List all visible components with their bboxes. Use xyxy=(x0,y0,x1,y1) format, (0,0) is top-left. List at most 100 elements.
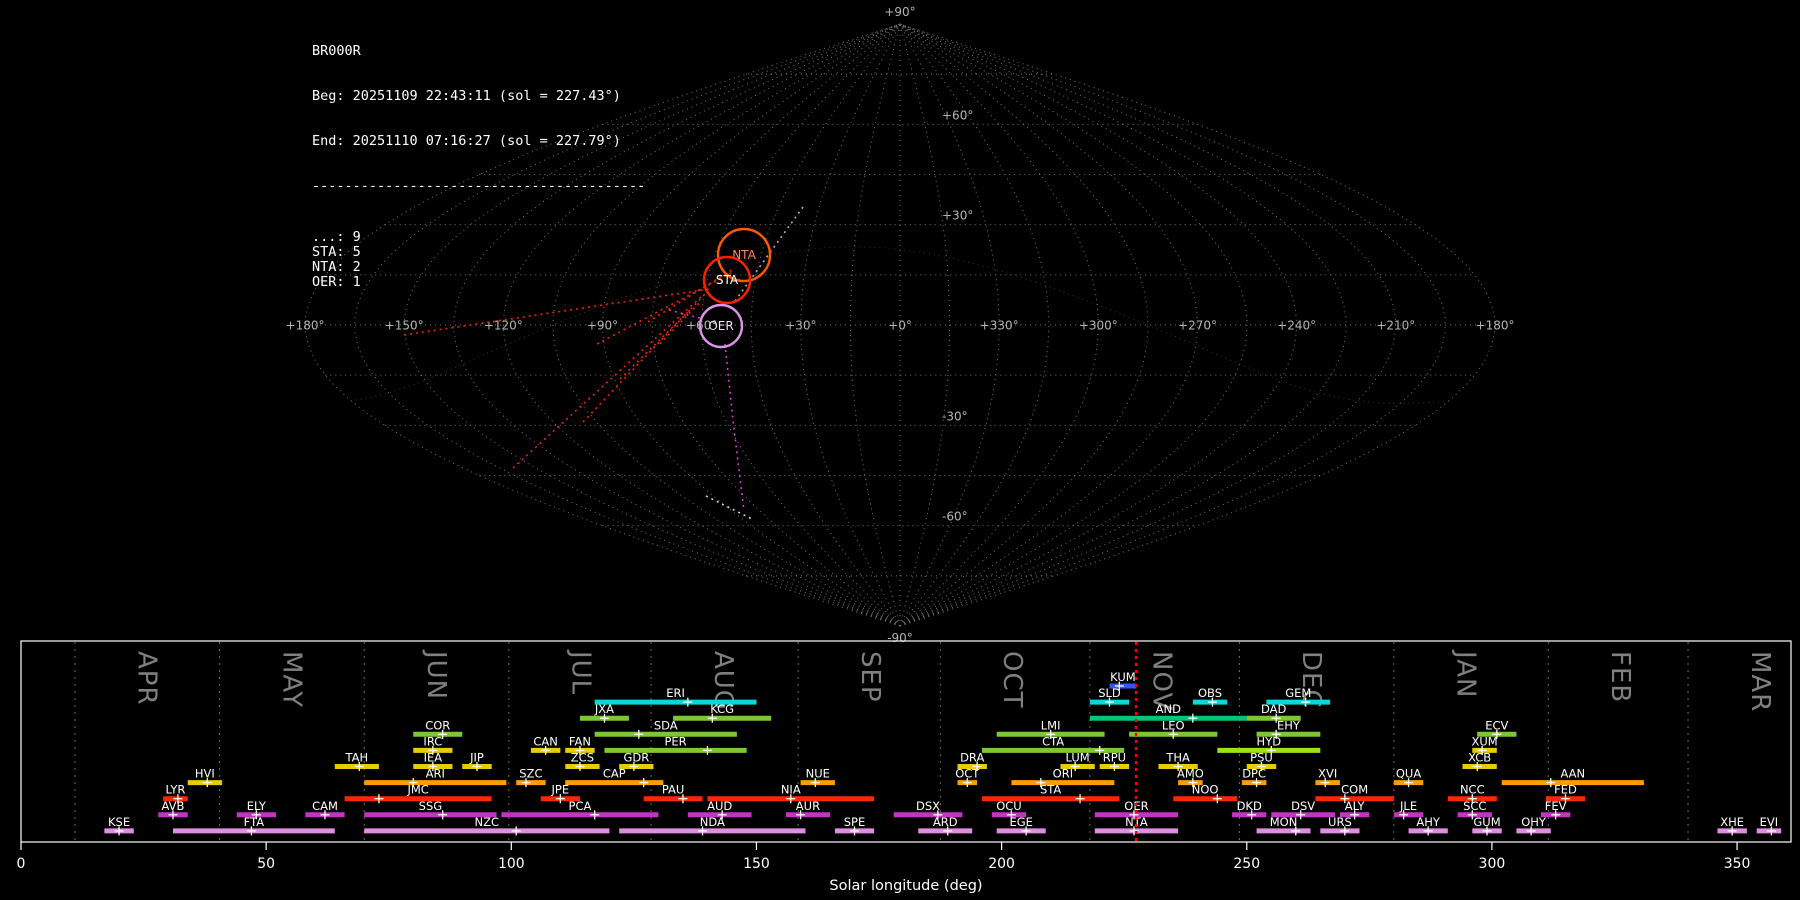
station-id: BR000R xyxy=(312,43,361,59)
meteor-trail-7 xyxy=(724,343,745,512)
shower-OBS: OBS xyxy=(1192,686,1228,707)
month-label-SEP: SEP xyxy=(855,651,885,703)
separator-line: ----------------------------------------… xyxy=(312,178,646,194)
month-label-JUN: JUN xyxy=(421,649,451,700)
shower-NUE: NUE xyxy=(800,767,835,788)
shower-AUR: AUR xyxy=(785,799,831,820)
shower-label-MON: MON xyxy=(1270,815,1298,829)
x-tick-label: 350 xyxy=(1724,856,1751,872)
month-label-APR: APR xyxy=(132,651,162,706)
lon-label: +210° xyxy=(1376,319,1415,333)
x-tick-label: 0 xyxy=(17,856,26,872)
x-tick-label: 50 xyxy=(257,856,275,872)
shower-label-DAD: DAD xyxy=(1261,702,1287,716)
count-line-NTA: NTA: 2 xyxy=(312,259,361,275)
shower-HVI: HVI xyxy=(187,767,223,788)
x-tick-label: 150 xyxy=(743,856,770,872)
shower-label-AAN: AAN xyxy=(1560,767,1585,781)
shower-label-PCA: PCA xyxy=(569,799,592,813)
shower-label-JMC: JMC xyxy=(406,783,428,797)
shower-label-AMO: AMO xyxy=(1177,767,1204,781)
lat-label: -90° xyxy=(887,631,913,645)
lat-label: -30° xyxy=(942,409,968,423)
shower-MON: MON xyxy=(1256,815,1311,836)
x-tick-label: 200 xyxy=(988,856,1015,872)
shower-CAM: CAM xyxy=(305,799,345,820)
month-label-OCT: OCT xyxy=(997,651,1027,709)
shower-label-KCG: KCG xyxy=(710,702,734,716)
month-label-FEB: FEB xyxy=(1605,651,1635,703)
shower-label-STA: STA xyxy=(1040,783,1061,797)
month-label-JAN: JAN xyxy=(1451,649,1481,698)
meteor-trail-10 xyxy=(705,495,753,520)
shower-count-list: ...: 9 STA: 5 NTA: 2 OER: 1 xyxy=(312,230,645,290)
shower-FTA: FTA xyxy=(172,815,335,836)
shower-label-TAH: TAH xyxy=(345,751,369,765)
shower-label-GEM: GEM xyxy=(1285,686,1311,700)
lon-label: +180° xyxy=(1476,319,1515,333)
shower-DPC: DPC xyxy=(1241,767,1267,788)
shower-EVI: EVI xyxy=(1756,815,1782,836)
shower-RPU: RPU xyxy=(1099,751,1130,771)
shower-JIP: JIP xyxy=(462,751,492,771)
shower-label-ZCS: ZCS xyxy=(571,751,594,765)
shower-PAU: PAU xyxy=(643,783,703,804)
lon-label: +240° xyxy=(1277,319,1316,333)
shower-label-ORI: ORI xyxy=(1053,767,1073,781)
lat-label: +90° xyxy=(884,5,915,19)
x-axis-title: Solar longitude (deg) xyxy=(829,878,982,894)
shower-label-EHY: EHY xyxy=(1277,718,1301,732)
app-root: +180° +150° +120° +90° +60° +30° +0° +330° +300°… xyxy=(0,0,1800,900)
shower-TAH: TAH xyxy=(334,751,379,771)
shower-label-JLE: JLE xyxy=(1399,799,1417,813)
shower-bars: KUMERI SLD OBS GEMJXA KCG AND DADCOR SDA LMI LEO E… xyxy=(104,670,1782,836)
shower-XHE: XHE xyxy=(1717,815,1747,836)
shower-label-ARI: ARI xyxy=(426,767,445,781)
shower-label-GDR: GDR xyxy=(623,751,649,765)
shower-URS: URS xyxy=(1320,815,1360,836)
meteor-trail-8 xyxy=(668,309,701,319)
shower-PCA: PCA xyxy=(501,799,659,820)
shower-GUM: GUM xyxy=(1472,815,1502,836)
shower-label-LYR: LYR xyxy=(165,783,185,797)
lon-label: +90° xyxy=(587,319,618,333)
shower-NIA: NIA xyxy=(707,783,875,804)
shower-label-PAU: PAU xyxy=(662,783,684,797)
shower-label-OCU: OCU xyxy=(996,799,1022,813)
shower-label-DSX: DSX xyxy=(916,799,940,813)
shower-label-EVI: EVI xyxy=(1760,815,1779,829)
shower-label-URS: URS xyxy=(1328,815,1352,829)
shower-label-PER: PER xyxy=(664,734,686,748)
shower-label-AND: AND xyxy=(1156,702,1181,716)
shower-label-AUD: AUD xyxy=(707,799,732,813)
month-label-JUL: JUL xyxy=(566,649,596,695)
lat-label: +60° xyxy=(942,108,973,122)
shower-SZC: SZC xyxy=(516,767,546,788)
lat-label: +30° xyxy=(942,209,973,223)
shower-label-HVI: HVI xyxy=(195,767,215,781)
shower-label-OHY: OHY xyxy=(1521,815,1547,829)
shower-JXA: JXA xyxy=(579,702,629,723)
shower-label-EGE: EGE xyxy=(1009,815,1032,829)
shower-ARI: ARI xyxy=(364,767,507,788)
radiant-circles: NTASTAOER xyxy=(698,227,772,349)
lon-label: +300° xyxy=(1079,319,1118,333)
shower-OHY: OHY xyxy=(1516,815,1551,836)
obs-end-line: End: 20251110 07:16:27 (sol = 227.79°) xyxy=(312,133,621,149)
plot-canvas: +180° +150° +120° +90° +60° +30° +0° +330° +300°… xyxy=(17,5,1792,894)
shower-label-HYD: HYD xyxy=(1257,734,1282,748)
lon-label: +0° xyxy=(888,319,912,333)
lon-label: +330° xyxy=(980,319,1019,333)
radiant-label-OER: OER xyxy=(708,319,733,333)
lon-label: +150° xyxy=(385,319,424,333)
shower-DKD: DKD xyxy=(1232,799,1267,820)
shower-label-SCC: SCC xyxy=(1463,799,1486,813)
x-tick-label: 100 xyxy=(498,856,525,872)
shower-label-NZC: NZC xyxy=(475,815,500,829)
shower-label-AUR: AUR xyxy=(796,799,820,813)
shower-label-DSV: DSV xyxy=(1291,799,1315,813)
obs-begin-line: Beg: 20251109 22:43:11 (sol = 227.43°) xyxy=(312,88,621,104)
shower-label-CTA: CTA xyxy=(1042,734,1064,748)
shower-ARD: ARD xyxy=(918,815,973,836)
shower-label-DPC: DPC xyxy=(1242,767,1266,781)
